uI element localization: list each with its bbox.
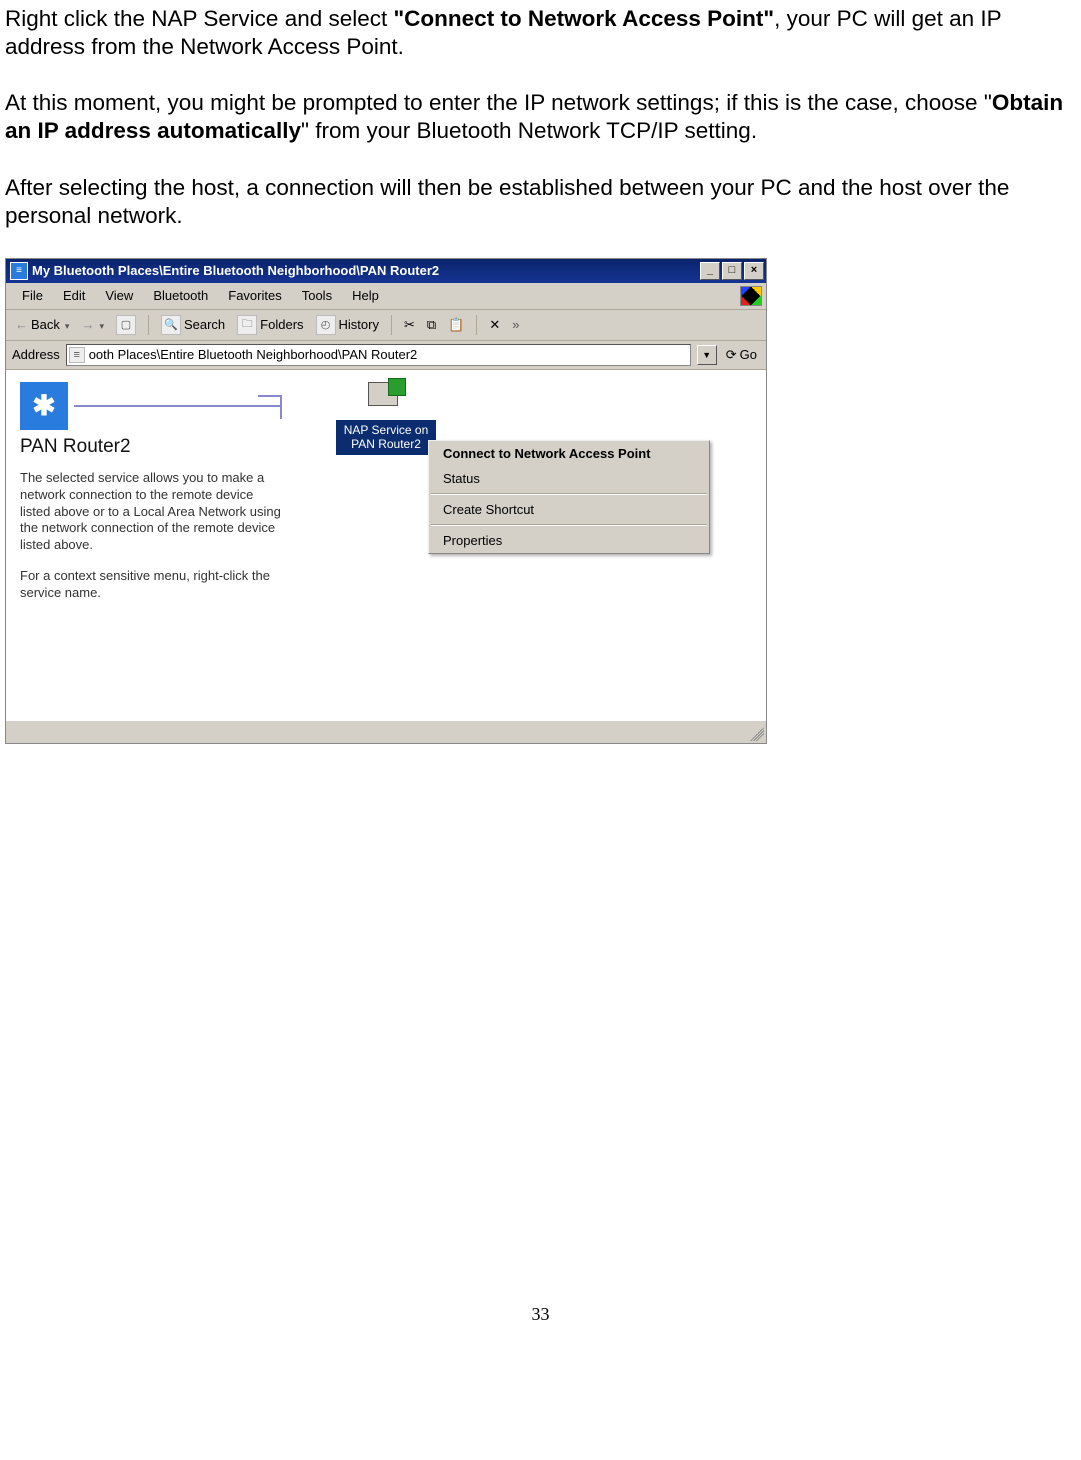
sidebar-description-1: The selected service allows you to make …: [20, 470, 282, 554]
folders-button[interactable]: 🗀 Folders: [234, 314, 306, 336]
window-title: My Bluetooth Places\Entire Bluetooth Nei…: [32, 263, 698, 278]
delete-button[interactable]: ✕: [486, 316, 503, 334]
up-button[interactable]: ▢: [113, 314, 139, 336]
sidebar-description-2: For a context sensitive menu, right-clic…: [20, 568, 282, 602]
toolbar-separator-2: [391, 315, 392, 335]
forward-dropdown-icon: [97, 317, 104, 332]
toolbar-separator-3: [476, 315, 477, 335]
address-bar: Address ≡ ooth Places\Entire Bluetooth N…: [6, 341, 766, 370]
paragraph-2: At this moment, you might be prompted to…: [5, 89, 1076, 145]
address-label: Address: [12, 347, 60, 362]
back-dropdown-icon: [63, 317, 70, 332]
page-number: 33: [5, 1304, 1076, 1325]
menu-bluetooth[interactable]: Bluetooth: [143, 286, 218, 305]
bluetooth-icon: ✱: [20, 382, 68, 430]
sidebar-title: PAN Router2: [20, 436, 282, 458]
forward-button[interactable]: [78, 316, 107, 333]
network-service-icon: [364, 382, 408, 418]
paragraph-3: After selecting the host, a connection w…: [5, 174, 1076, 230]
toolbar: Back ▢ 🔍 Search 🗀 Folders ◴ History: [6, 310, 766, 341]
forward-arrow-icon: [81, 317, 94, 332]
address-dropdown-button[interactable]: ▼: [697, 345, 717, 365]
go-button[interactable]: ⟳ Go: [723, 346, 760, 364]
go-label: Go: [740, 347, 757, 362]
status-bar: [6, 720, 766, 743]
toolbar-separator: [148, 315, 149, 335]
history-button[interactable]: ◴ History: [313, 314, 382, 336]
paste-button[interactable]: 📋: [445, 316, 467, 334]
menu-create-shortcut[interactable]: Create Shortcut: [429, 497, 709, 522]
windows-logo-icon: [740, 286, 762, 306]
menu-edit[interactable]: Edit: [53, 286, 95, 305]
address-input[interactable]: ≡ ooth Places\Entire Bluetooth Neighborh…: [66, 344, 691, 366]
paste-icon: 📋: [448, 317, 464, 333]
folders-label: Folders: [260, 317, 303, 332]
minimize-button[interactable]: _: [700, 262, 720, 280]
history-label: History: [339, 317, 379, 332]
paragraph-1: Right click the NAP Service and select "…: [5, 5, 1076, 61]
para1-pre: Right click the NAP Service and select: [5, 6, 394, 31]
maximize-button[interactable]: □: [722, 262, 742, 280]
resize-grip[interactable]: [750, 727, 764, 741]
search-label: Search: [184, 317, 225, 332]
copy-icon: ⧉: [427, 317, 436, 333]
close-button[interactable]: ×: [744, 262, 764, 280]
content-pane: ✱ PAN Router2 The selected service allow…: [6, 370, 766, 720]
delete-icon: ✕: [489, 317, 500, 333]
para2-post: " from your Bluetooth Network TCP/IP set…: [301, 118, 757, 143]
go-icon: ⟳: [726, 347, 737, 363]
toolbar-overflow-button[interactable]: [509, 316, 522, 333]
window-icon: ≡: [10, 262, 28, 280]
context-menu-separator-2: [431, 524, 707, 526]
menu-tools[interactable]: Tools: [292, 286, 342, 305]
folders-icon: 🗀: [237, 315, 257, 335]
back-button[interactable]: Back: [12, 316, 72, 333]
explorer-window: ≡ My Bluetooth Places\Entire Bluetooth N…: [5, 258, 767, 744]
search-icon: 🔍: [161, 315, 181, 335]
up-folder-icon: ▢: [116, 315, 136, 335]
document-body: Right click the NAP Service and select "…: [5, 5, 1076, 230]
back-label: Back: [31, 317, 60, 332]
cut-button[interactable]: ✂: [401, 316, 418, 334]
history-icon: ◴: [316, 315, 336, 335]
menu-properties[interactable]: Properties: [429, 528, 709, 553]
menu-help[interactable]: Help: [342, 286, 389, 305]
menubar: File Edit View Bluetooth Favorites Tools…: [6, 283, 766, 310]
menu-connect-nap[interactable]: Connect to Network Access Point: [429, 441, 709, 466]
context-menu-separator: [431, 493, 707, 495]
menu-favorites[interactable]: Favorites: [218, 286, 291, 305]
info-sidebar: ✱ PAN Router2 The selected service allow…: [6, 370, 296, 720]
back-arrow-icon: [15, 317, 28, 332]
address-value: ooth Places\Entire Bluetooth Neighborhoo…: [89, 347, 418, 362]
menu-file[interactable]: File: [12, 286, 53, 305]
decorative-line-icon: [74, 405, 282, 407]
address-icon: ≡: [69, 347, 85, 363]
folder-view[interactable]: NAP Service on PAN Router2 Connect to Ne…: [296, 370, 766, 720]
copy-button[interactable]: ⧉: [424, 316, 439, 334]
para1-bold: "Connect to Network Access Point": [394, 6, 775, 31]
menu-view[interactable]: View: [95, 286, 143, 305]
titlebar[interactable]: ≡ My Bluetooth Places\Entire Bluetooth N…: [6, 259, 766, 283]
menu-status[interactable]: Status: [429, 466, 709, 491]
search-button[interactable]: 🔍 Search: [158, 314, 228, 336]
para2-pre: At this moment, you might be prompted to…: [5, 90, 992, 115]
nap-service-item[interactable]: NAP Service on PAN Router2: [336, 382, 436, 455]
context-menu: Connect to Network Access Point Status C…: [428, 440, 710, 554]
cut-icon: ✂: [404, 317, 415, 333]
nap-service-label: NAP Service on PAN Router2: [336, 420, 436, 455]
